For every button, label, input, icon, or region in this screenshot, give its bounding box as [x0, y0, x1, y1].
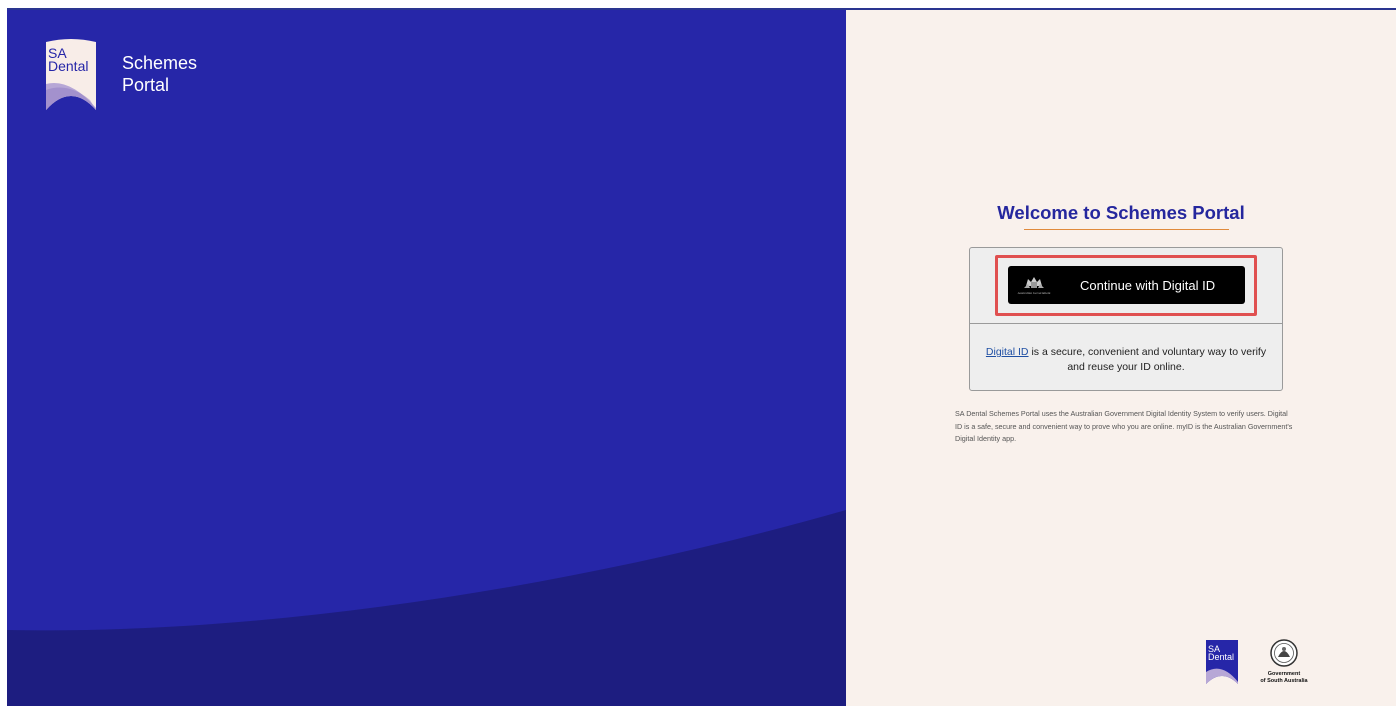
brand-panel: SA Dental Schemes Portal	[7, 10, 846, 706]
card-button-section: Australian Government Continue with Digi…	[970, 248, 1282, 324]
description-text-2: and reuse your ID online.	[1067, 361, 1185, 373]
australian-government-crest-icon: Australian Government	[1008, 266, 1060, 304]
footer-logos: SA Dental Government of South Australia	[1204, 638, 1312, 686]
brand-name-line2: Portal	[122, 75, 170, 95]
disclaimer-text: SA Dental Schemes Portal uses the Austra…	[955, 409, 1293, 443]
digital-id-link[interactable]: Digital ID	[986, 346, 1029, 358]
gov-line2: of South Australia	[1260, 677, 1308, 684]
government-caption: Government of South Australia	[1260, 671, 1307, 684]
government-of-south-australia-logo: Government of South Australia	[1256, 638, 1312, 684]
svg-text:Dental: Dental	[1208, 652, 1234, 662]
gov-line1: Government	[1267, 671, 1301, 677]
page-frame: SA Dental Schemes Portal Welcome to Sche…	[7, 8, 1396, 706]
continue-with-digital-id-button[interactable]: Australian Government Continue with Digi…	[1008, 266, 1245, 304]
svg-text:Dental: Dental	[48, 58, 88, 74]
digital-id-card: Australian Government Continue with Digi…	[969, 247, 1283, 391]
government-of-south-australia-seal-icon	[1270, 639, 1298, 667]
login-panel: Welcome to Schemes Portal Australian Gov…	[846, 10, 1396, 706]
sa-dental-logo-icon: SA Dental	[40, 38, 102, 114]
brand-header: SA Dental Schemes Portal	[40, 38, 197, 114]
page-title: Welcome to Schemes Portal	[997, 202, 1245, 223]
continue-button-label: Continue with Digital ID	[1080, 277, 1216, 293]
digital-id-description: Digital ID is a secure, convenient and v…	[970, 345, 1282, 375]
description-text-1: is a secure, convenient and voluntary wa…	[1028, 346, 1267, 358]
sa-dental-logo-icon: SA Dental	[1204, 638, 1240, 686]
brand-name-line1: Schemes	[122, 53, 198, 73]
wave-decoration	[7, 510, 846, 706]
title-underline	[1024, 229, 1229, 230]
crest-caption: Australian Government	[1017, 290, 1051, 295]
brand-name: Schemes Portal	[122, 52, 197, 96]
